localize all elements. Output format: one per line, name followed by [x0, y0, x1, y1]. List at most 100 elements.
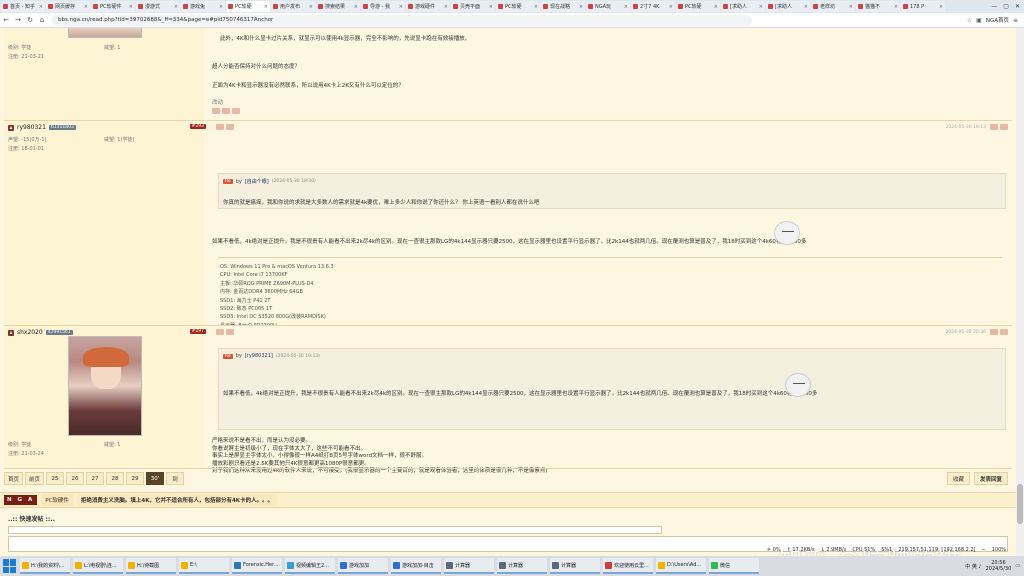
browser-tab[interactable]: 现在战略 × [541, 1, 585, 12]
browser-tab[interactable]: 2寸7 4K × [631, 1, 675, 12]
tool-icon[interactable] [990, 124, 998, 130]
taskbar-app[interactable]: E:\ [179, 558, 229, 574]
browser-tab[interactable]: 猫猫不 × [856, 1, 900, 12]
browser-tab[interactable]: 搜索结果 × [316, 1, 360, 12]
notification-icon[interactable]: ▭ [1015, 563, 1020, 569]
close-icon[interactable]: × [849, 4, 853, 10]
star-icon[interactable]: ☆ [967, 17, 972, 24]
page-link[interactable]: 30' [146, 472, 165, 485]
page-link[interactable]: 25 [46, 472, 65, 485]
browser-tab[interactable]: 首页 - 知乎 × [1, 1, 45, 12]
close-icon[interactable]: × [624, 4, 628, 10]
close-icon[interactable]: × [669, 4, 673, 10]
close-icon[interactable]: × [174, 4, 178, 10]
taskbar-app[interactable]: 欢迎使用云里... [603, 558, 653, 574]
quote-author[interactable]: [ry980321] [245, 353, 273, 359]
browser-tab[interactable]: 游戏兔 × [181, 1, 225, 12]
clock[interactable]: 20:56 2024/5/30 [986, 560, 1012, 572]
forward-icon[interactable]: → [12, 16, 24, 24]
page-link[interactable]: 29 [126, 472, 145, 485]
close-icon[interactable]: × [309, 4, 313, 10]
floor-badge[interactable]: #297 [189, 329, 206, 334]
taskbar-app[interactable]: L:\电视剧\连... [73, 558, 123, 574]
browser-tab[interactable]: 老样坊 × [811, 1, 855, 12]
close-icon[interactable]: × [894, 4, 898, 10]
browser-tab[interactable]: 用户发布 × [271, 1, 315, 12]
taskbar-app[interactable]: 计算器 [497, 558, 547, 574]
maximize-icon[interactable]: ▢ [1003, 3, 1009, 10]
close-icon[interactable]: × [534, 4, 538, 10]
action-icon[interactable] [216, 124, 224, 130]
username[interactable]: ♟ shx2020 42991561 [8, 329, 73, 336]
username-text[interactable]: ry980321 [17, 124, 46, 131]
taskbar-app[interactable]: 计算器 [550, 558, 600, 574]
close-icon[interactable]: × [714, 4, 718, 10]
close-icon[interactable]: × [39, 4, 43, 10]
close-icon[interactable]: × [759, 4, 763, 10]
username-text[interactable]: shx2020 [17, 329, 43, 336]
page-link[interactable]: 27 [86, 472, 105, 485]
close-icon[interactable]: × [84, 4, 88, 10]
browser-tab[interactable]: PC软硬 × [676, 1, 720, 12]
close-icon[interactable]: ✕ [1015, 3, 1020, 10]
floor-badge[interactable]: #293 [189, 124, 206, 129]
quote-author[interactable]: [自由个眼] [245, 178, 269, 185]
extension-icon[interactable]: ▣ [976, 17, 982, 24]
taskbar-app[interactable]: Forensic.Her... [232, 558, 282, 574]
close-icon[interactable]: × [489, 4, 493, 10]
taskbar-app[interactable]: H:\待截图 [126, 558, 176, 574]
action-icon[interactable] [222, 108, 230, 114]
browser-tab[interactable]: NGA玩 × [586, 1, 630, 12]
minimize-icon[interactable]: — [991, 3, 997, 10]
taskbar-app[interactable]: 游戏加加-目击 [391, 558, 441, 574]
close-icon[interactable]: × [219, 4, 223, 10]
favorite-button[interactable]: 收藏 [946, 472, 970, 485]
breadcrumb-forum[interactable]: PC软硬件 [41, 494, 73, 506]
tray-icons[interactable]: 中 英 ♪ [965, 563, 981, 570]
taskbar-app[interactable]: 视频编辑王2... [285, 558, 335, 574]
tool-icon[interactable] [1000, 329, 1008, 335]
taskbar-app[interactable]: D:\Users\Ad... [656, 558, 706, 574]
taskbar-app[interactable]: 微信 [709, 558, 759, 574]
browser-tab[interactable]: PC软硬 × [226, 1, 270, 12]
tool-icon[interactable] [990, 329, 998, 335]
browser-tab[interactable]: 178 P × [901, 1, 945, 12]
reload-icon[interactable]: ↻ [24, 16, 36, 24]
page-link[interactable]: 前页 [25, 472, 45, 485]
taskbar-app[interactable]: 游戏加加 [338, 558, 388, 574]
close-icon[interactable]: × [399, 4, 403, 10]
browser-tab[interactable]: PC软硬 × [496, 1, 540, 12]
close-icon[interactable]: × [129, 4, 133, 10]
close-icon[interactable]: × [444, 4, 448, 10]
close-icon[interactable]: × [354, 4, 358, 10]
action-icon[interactable] [226, 329, 234, 335]
action-icon[interactable] [226, 124, 234, 130]
url-field[interactable]: bbs.nga.cn/read.php?tid=39702688&_ff=334… [52, 14, 752, 26]
close-icon[interactable]: × [804, 4, 808, 10]
browser-tab[interactable]: 导游 - 我 × [361, 1, 405, 12]
browser-tab[interactable]: 网页缓存 × [46, 1, 90, 12]
username[interactable]: ♟ ry980321 61311803 [8, 124, 76, 131]
scrollbar-thumb[interactable] [1017, 484, 1023, 524]
breadcrumb-topic[interactable]: 拒绝消费主义洗脑。填上4K，它并不适合所有人，包括部分有4K卡的人。。。 [76, 494, 278, 506]
close-icon[interactable]: × [939, 4, 943, 10]
action-icon[interactable] [232, 108, 240, 114]
tool-icon[interactable] [1000, 124, 1008, 130]
back-icon[interactable]: ← [0, 16, 12, 24]
page-link[interactable]: 26 [66, 472, 85, 485]
menu-icon[interactable]: ≡ [1013, 17, 1018, 24]
page-scrollbar[interactable] [1016, 28, 1024, 556]
page-link[interactable]: 首页 [4, 472, 24, 485]
nga-home-link[interactable]: NGA首页 [986, 16, 1009, 24]
action-icon[interactable] [216, 329, 224, 335]
page-link[interactable]: 28 [106, 472, 125, 485]
nga-logo[interactable]: N G A [4, 495, 38, 505]
browser-tab[interactable]: 游戏硬件 × [406, 1, 450, 12]
close-icon[interactable]: × [264, 4, 268, 10]
start-button[interactable] [3, 559, 17, 573]
browser-tab[interactable]: [求助人 × [721, 1, 765, 12]
page-link[interactable]: 到 [166, 472, 185, 485]
reply-subject-input[interactable] [8, 526, 662, 534]
browser-tab[interactable]: PC软硬件 × [91, 1, 135, 12]
close-icon[interactable]: × [579, 4, 583, 10]
